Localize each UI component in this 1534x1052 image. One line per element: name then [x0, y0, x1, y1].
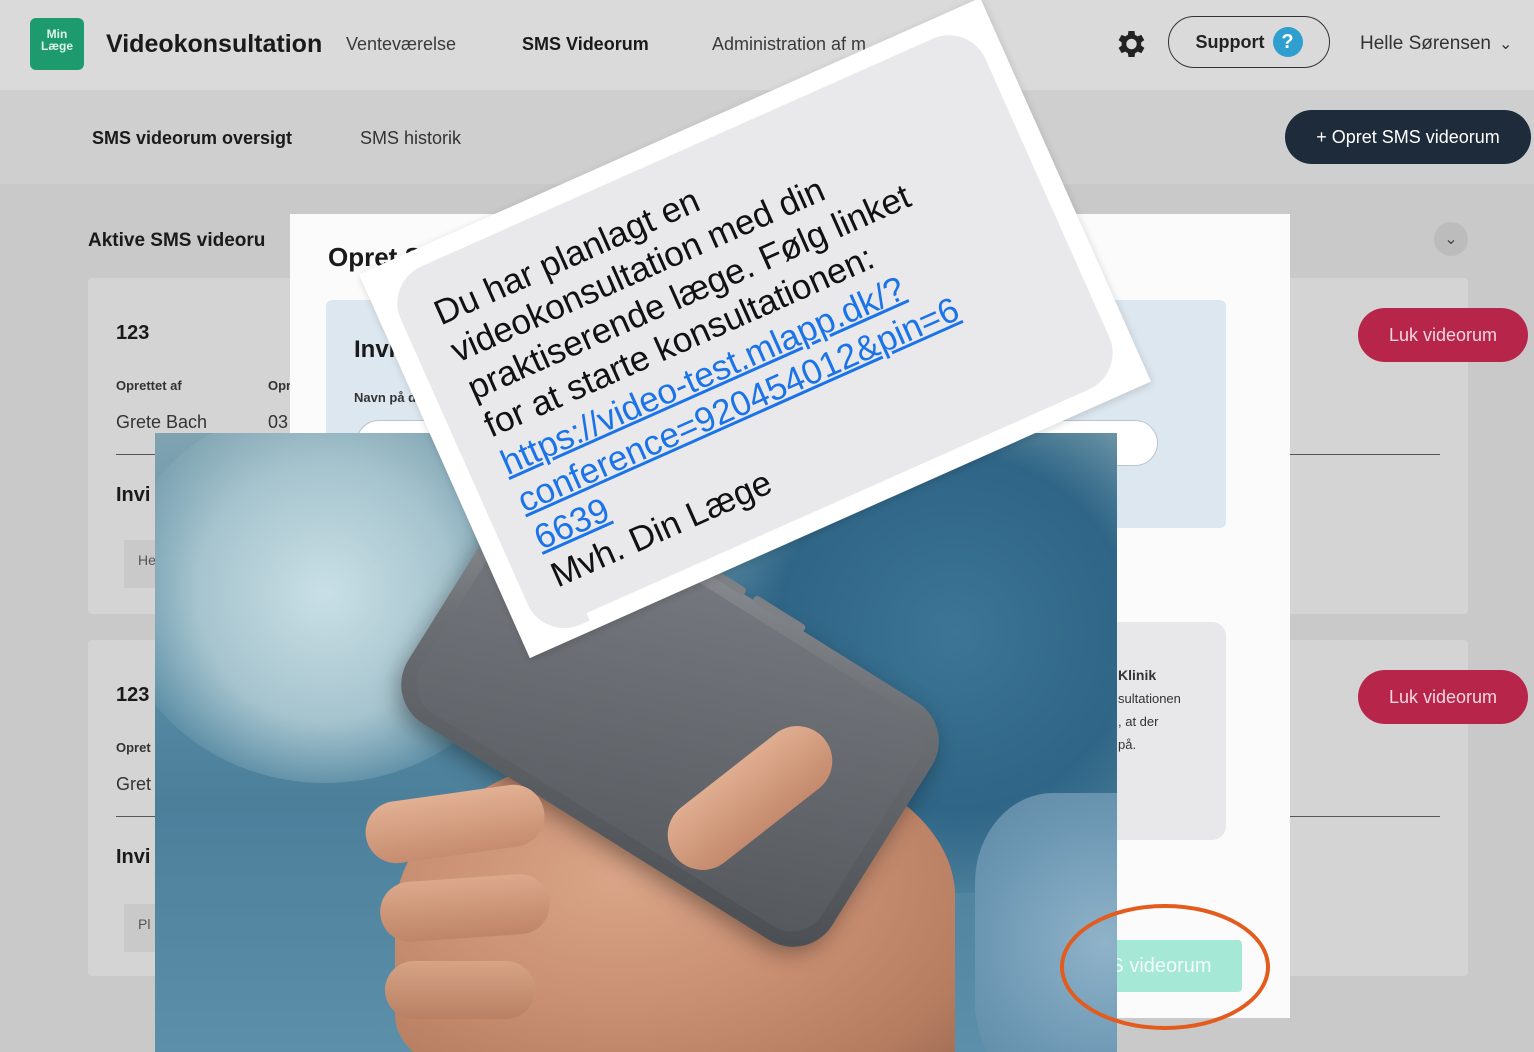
min-laege-logo[interactable]: Min Læge [30, 18, 84, 70]
support-label: Support [1195, 31, 1265, 52]
chevron-down-icon: ⌄ [1498, 36, 1513, 53]
finger [378, 872, 552, 944]
nav-item-sms-videorum[interactable]: SMS Videorum [522, 34, 649, 55]
nav-item-administration[interactable]: Administration af m [712, 34, 866, 55]
finger [385, 961, 535, 1019]
chevron-down-icon[interactable]: ⌄ [1434, 222, 1468, 256]
user-name: Helle Sørensen [1360, 33, 1491, 54]
invited-title: Invi [116, 846, 151, 868]
create-sms-videorum-button[interactable]: + Opret SMS videorum [1285, 110, 1531, 164]
highlight-circle [1060, 904, 1270, 1030]
created-by-value: Gret [116, 774, 152, 794]
preview-text-3: på. [1118, 737, 1137, 752]
tab-sms-historik[interactable]: SMS historik [360, 128, 461, 149]
top-navigation: Min Læge Videokonsultation Venteværelse … [0, 0, 1534, 90]
created-label: Opr [268, 378, 292, 393]
created-by-label: Opret [116, 740, 151, 755]
close-videorum-button[interactable]: Luk videorum [1358, 670, 1528, 724]
created-by-label: Oprettet af [116, 378, 182, 393]
preview-clinic: Klinik [1118, 667, 1157, 683]
invited-title: Invi [116, 484, 151, 506]
section-title: Aktive SMS videoru [88, 230, 266, 251]
created-value: 03 [268, 412, 289, 432]
app-title: Videokonsultation [106, 30, 323, 58]
tab-sms-videorum-oversigt[interactable]: SMS videorum oversigt [92, 128, 292, 149]
support-button[interactable]: Support ? [1168, 16, 1330, 68]
created-by-value: Grete Bach [116, 412, 208, 432]
preview-text-1: sultationen [1118, 691, 1181, 706]
nav-item-venteværelse[interactable]: Venteværelse [346, 34, 456, 55]
user-menu[interactable]: Helle Sørensen ⌄ [1360, 33, 1512, 55]
close-videorum-button[interactable]: Luk videorum [1358, 308, 1528, 362]
card-id: 123 [116, 322, 150, 344]
help-icon: ? [1272, 27, 1303, 57]
gear-icon[interactable] [1112, 26, 1148, 62]
preview-text-2: , at der [1118, 714, 1159, 729]
card-id: 123 [116, 684, 150, 706]
